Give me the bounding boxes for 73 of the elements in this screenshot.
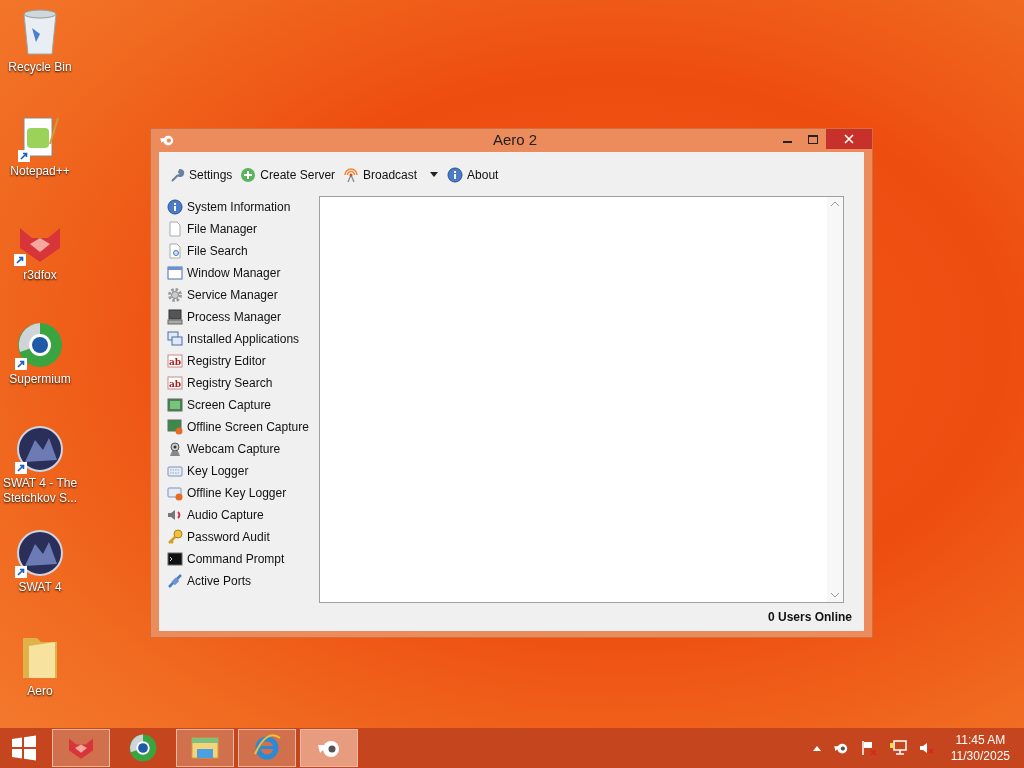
status-text: 0 Users Online <box>767 608 852 626</box>
browser-icon <box>129 734 157 762</box>
close-icon <box>844 134 854 144</box>
scroll-up-icon <box>831 200 839 206</box>
toolbar-button[interactable]: About <box>445 163 501 186</box>
game-icon <box>17 426 63 472</box>
game-icon <box>17 530 63 576</box>
shortcut-arrow-icon <box>15 566 27 578</box>
sidebar-item[interactable]: System Information <box>167 195 319 218</box>
sidebar-item[interactable]: Window Manager <box>167 261 319 284</box>
shortcut-arrow-icon <box>15 462 27 474</box>
windows-icon <box>167 330 183 347</box>
sidebar-item[interactable]: Screen Capture <box>167 393 319 416</box>
shortcut-arrow-icon <box>18 150 30 162</box>
folder-icon <box>191 735 219 761</box>
browser-icon <box>17 322 63 368</box>
sidebar-item[interactable]: File Search <box>167 239 319 262</box>
sidebar-item[interactable]: Webcam Capture <box>167 437 319 460</box>
show-hidden-icon[interactable] <box>812 745 821 751</box>
toolbar-button[interactable]: Create Server <box>238 163 338 186</box>
scroll-down-icon <box>831 592 839 598</box>
screen-offline-icon <box>167 418 183 435</box>
close-button[interactable] <box>826 129 872 149</box>
sidebar-item[interactable]: File Manager <box>167 217 319 240</box>
toolbar-button[interactable]: Broadcast <box>341 163 420 186</box>
console-icon <box>167 550 183 567</box>
gear-icon <box>167 286 183 303</box>
ie-icon <box>253 734 281 762</box>
fox-icon <box>66 736 96 760</box>
volume-muted-icon[interactable] <box>918 740 935 756</box>
flag-icon[interactable] <box>860 740 877 756</box>
clock[interactable]: 11:45 AM 11/30/2025 <box>950 732 1010 764</box>
sidebar-item[interactable]: Active Ports <box>167 569 319 592</box>
window-icon <box>167 264 183 281</box>
shortcut-arrow-icon <box>14 254 26 266</box>
app-logo-icon <box>159 133 175 148</box>
sidebar-item[interactable]: Installed Applications <box>167 327 319 350</box>
toolbar-button[interactable]: Settings <box>167 163 235 186</box>
broadcast-icon <box>343 166 360 183</box>
file-search-icon <box>167 242 183 259</box>
webcam-icon <box>167 440 183 457</box>
computer-icon <box>167 308 183 325</box>
sidebar-item[interactable]: Command Prompt <box>167 547 319 570</box>
scrollbar[interactable] <box>827 196 843 602</box>
sidebar-item[interactable]: Offline Screen Capture <box>167 415 319 438</box>
sidebar-item[interactable]: ab Registry Editor <box>167 349 319 372</box>
recycle-bin-icon <box>20 8 60 56</box>
aero-tray-icon[interactable] <box>832 741 849 755</box>
notepad-icon <box>20 114 60 160</box>
key-icon <box>167 528 183 545</box>
taskbar-button[interactable] <box>52 729 110 767</box>
sidebar-item[interactable]: Service Manager <box>167 283 319 306</box>
keyboard-offline-icon <box>167 484 183 501</box>
sidebar-item[interactable]: Offline Key Logger <box>167 481 319 504</box>
info-icon <box>447 166 464 183</box>
sidebar-item[interactable]: Process Manager <box>167 305 319 328</box>
plug-icon <box>167 572 183 589</box>
network-icon[interactable] <box>888 740 907 756</box>
file-icon <box>167 220 183 237</box>
registry-icon: ab <box>167 374 183 391</box>
registry-icon: ab <box>167 352 183 369</box>
wrench-icon <box>169 166 185 183</box>
shortcut-arrow-icon <box>15 358 27 370</box>
sidebar-item[interactable]: Key Logger <box>167 459 319 482</box>
sidebar-item[interactable]: ab Registry Search <box>167 371 319 394</box>
plus-icon <box>240 166 257 183</box>
caret-icon <box>430 172 439 177</box>
window-title: Aero 2 <box>493 130 538 150</box>
windows-logo-icon <box>11 735 37 761</box>
sidebar-item[interactable]: Audio Capture <box>167 503 319 526</box>
screen-icon <box>167 396 183 413</box>
sidebar-item[interactable]: Password Audit <box>167 525 319 548</box>
info-icon <box>167 198 183 215</box>
